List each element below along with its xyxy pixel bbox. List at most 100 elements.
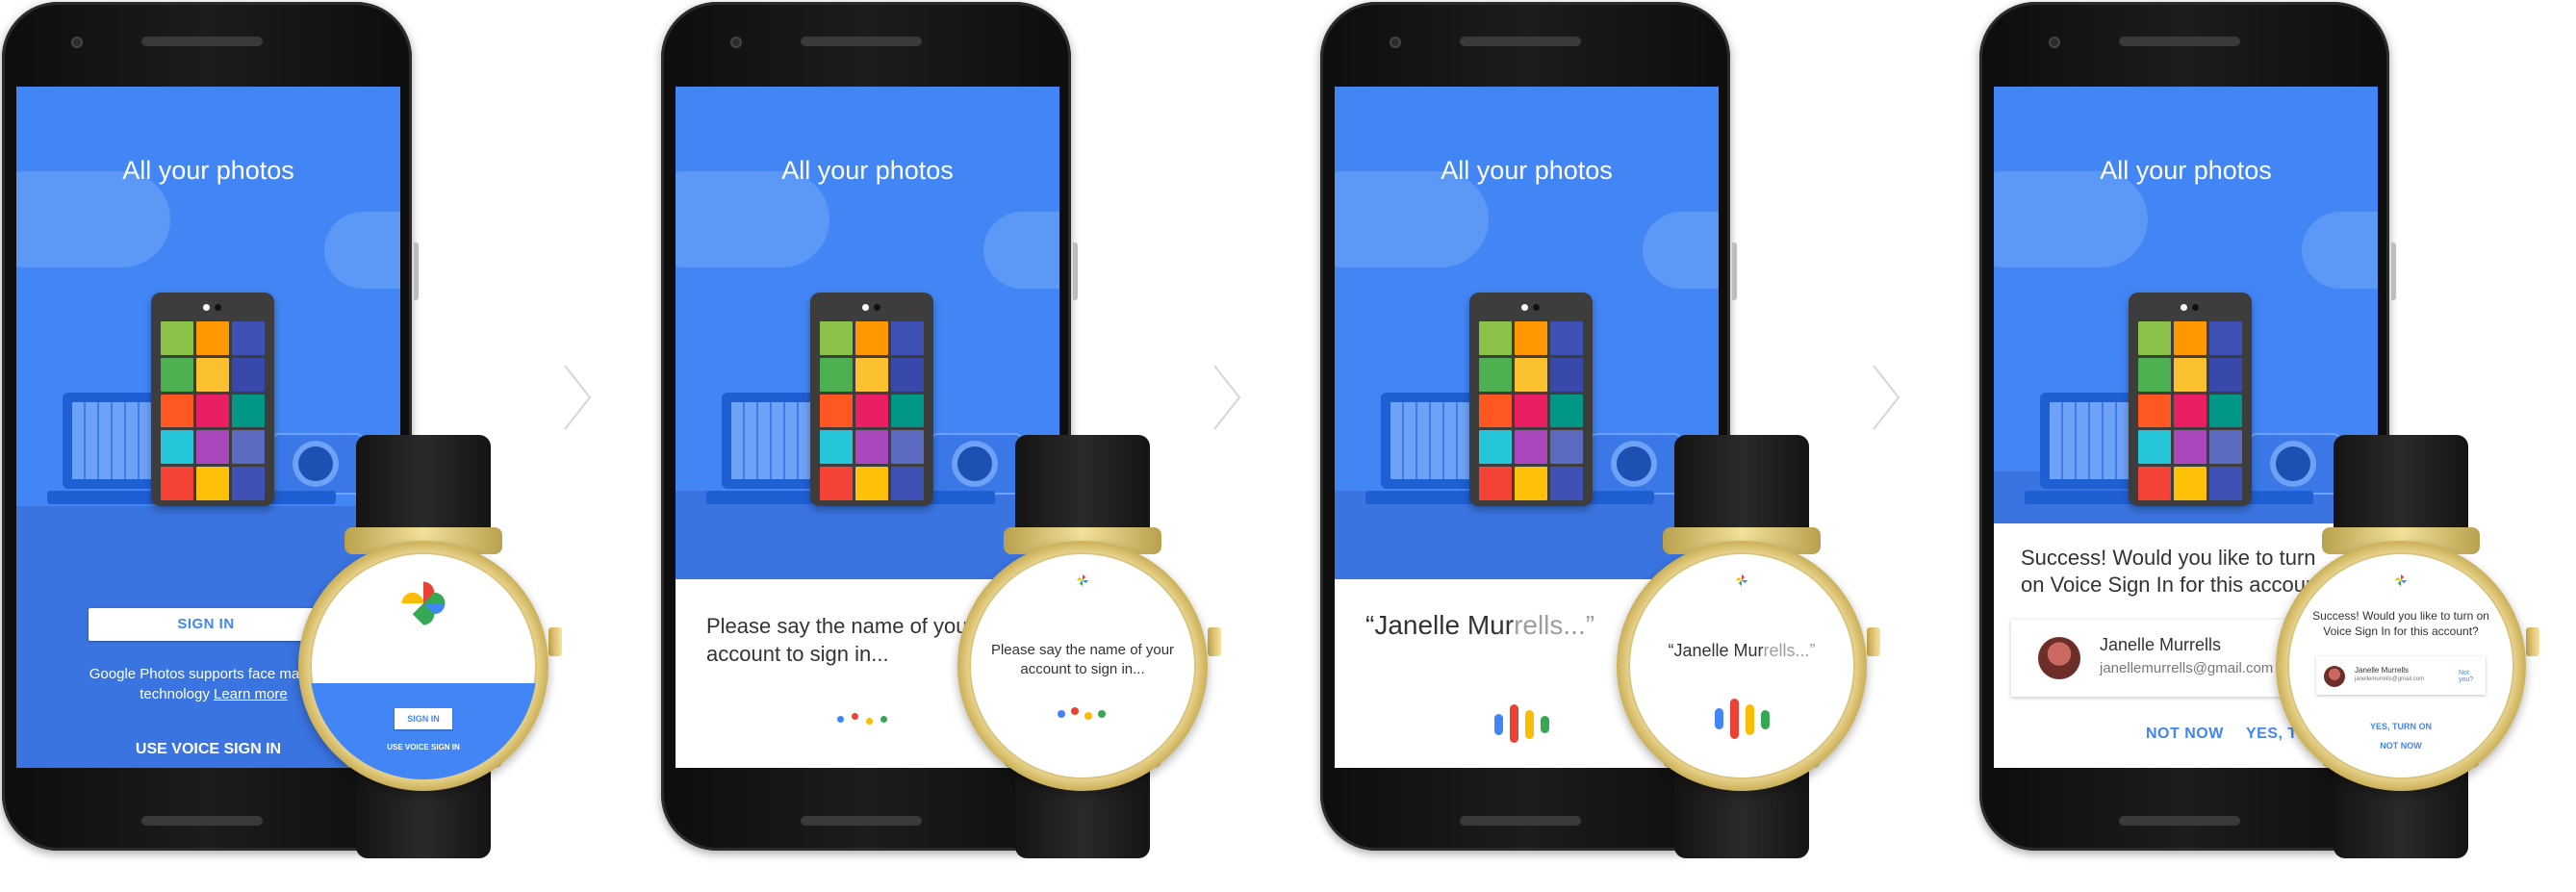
smartwatch: Success! Would you like to turn on Voice…: [2266, 435, 2539, 858]
photo-tile: [891, 321, 924, 355]
screen-title: All your photos: [1441, 156, 1613, 185]
photo-tile: [1515, 394, 1547, 428]
phone-speaker: [141, 37, 263, 46]
screen-title: All your photos: [781, 156, 954, 185]
cloud-illustration: [1335, 171, 1489, 268]
photo-tile: [1479, 357, 1512, 392]
photo-tile: [1550, 430, 1583, 465]
google-photos-pinwheel-icon: [1735, 573, 1748, 587]
photo-tile: [232, 430, 265, 465]
watch-voice-prompt-text: Please say the name of your account to s…: [990, 642, 1175, 677]
photo-tile: [1550, 357, 1583, 392]
phone-speaker: [1460, 37, 1581, 46]
phone-illustration: [151, 293, 274, 506]
watch-spoken-name-recognized: “Janelle Mur: [1668, 641, 1764, 660]
watch-use-voice-sign-in-link[interactable]: USE VOICE SIGN IN: [310, 743, 537, 752]
photo-tile: [1515, 467, 1547, 500]
watch-crown[interactable]: [548, 627, 562, 656]
photo-tile: [161, 430, 193, 465]
phone-illustration: [2129, 293, 2252, 506]
photo-tile: [891, 394, 924, 428]
photo-tile: [161, 357, 193, 392]
photo-tile: [196, 467, 229, 500]
screen-title: All your photos: [2100, 156, 2272, 185]
google-photos-pinwheel-icon: [1076, 573, 1089, 587]
photo-tile: [1515, 357, 1547, 392]
not-now-button[interactable]: NOT NOW: [2146, 726, 2224, 743]
photo-tile: [2209, 467, 2242, 500]
photo-tile: [855, 394, 888, 428]
photo-tile: [2209, 321, 2242, 355]
watch-sign-in-button[interactable]: SIGN IN: [395, 708, 452, 729]
photo-tile: [820, 357, 853, 392]
phone-speaker: [801, 37, 922, 46]
phone-illustration: [1469, 293, 1593, 506]
photo-tile: [855, 430, 888, 465]
photo-tile: [2209, 357, 2242, 392]
photo-tile: [2209, 430, 2242, 465]
watch-crown[interactable]: [2526, 627, 2539, 656]
step-3-speaking: All your photos “Janelle Murrells...” “J…: [1318, 0, 1896, 892]
watch-account-card[interactable]: Janelle Murrells janellemurrells@gmail.c…: [2316, 656, 2486, 695]
smartwatch: “Janelle Murrells...”: [1607, 435, 1880, 858]
photo-tile: [891, 357, 924, 392]
photo-tile: [2138, 394, 2171, 428]
photo-tile: [2174, 467, 2206, 500]
photo-tile: [820, 394, 853, 428]
photo-tile: [1515, 321, 1547, 355]
photo-tile: [1550, 467, 1583, 500]
spoken-name-pending: rells...”: [1514, 610, 1595, 640]
cloud-illustration: [1643, 212, 1719, 289]
cloud-illustration: [983, 212, 1059, 289]
photo-tile: [161, 321, 193, 355]
photo-tile: [196, 357, 229, 392]
listening-dots-icon: [837, 713, 905, 726]
watch-face: “Janelle Murrells...”: [1628, 552, 1855, 779]
photo-tile: [2174, 430, 2206, 465]
watch-spoken-name-pending: rells...”: [1763, 641, 1816, 660]
photo-tile: [1479, 321, 1512, 355]
photo-tile: [820, 467, 853, 500]
photo-tile: [855, 467, 888, 500]
photo-tile: [1479, 394, 1512, 428]
watch-not-now-button[interactable]: NOT NOW: [2287, 741, 2514, 751]
photo-tile: [232, 321, 265, 355]
google-photos-pinwheel-icon: [2394, 573, 2408, 587]
photo-tile: [891, 467, 924, 500]
watch-face: Success! Would you like to turn on Voice…: [2287, 552, 2514, 779]
phone-camera: [2049, 37, 2060, 48]
smartwatch: Please say the name of your account to s…: [948, 435, 1221, 858]
voice-level-bars-icon: [1494, 701, 1562, 743]
cloud-illustration: [1994, 171, 2148, 268]
step-2-say-name: All your photos Please say the name of y…: [659, 0, 1237, 892]
photo-tile: [2138, 430, 2171, 465]
photo-tile: [2138, 357, 2171, 392]
learn-more-link[interactable]: Learn more: [214, 686, 288, 702]
photo-tile: [2174, 357, 2206, 392]
watch-not-you-link[interactable]: Not you?: [2459, 670, 2486, 683]
photo-tile: [2209, 394, 2242, 428]
photo-tile: [232, 467, 265, 500]
phone-camera: [71, 37, 83, 48]
photo-tile: [855, 357, 888, 392]
photo-tile: [891, 430, 924, 465]
photo-tile: [1550, 394, 1583, 428]
watch-yes-turn-on-button[interactable]: YES, TURN ON: [2287, 722, 2514, 731]
cloud-illustration: [2302, 212, 2378, 289]
phone-speaker-bottom: [801, 816, 922, 826]
photo-tile: [855, 321, 888, 355]
photo-tile: [196, 430, 229, 465]
phone-speaker-bottom: [141, 816, 263, 826]
photo-tile: [232, 394, 265, 428]
watch-crown[interactable]: [1867, 627, 1880, 656]
photo-tile: [1479, 467, 1512, 500]
watch-strap: [2334, 435, 2468, 541]
watch-face: SIGN IN USE VOICE SIGN IN: [310, 552, 537, 779]
phone-camera: [1390, 37, 1401, 48]
photo-tile: [161, 394, 193, 428]
cloud-illustration: [676, 171, 829, 268]
watch-face: Please say the name of your account to s…: [969, 552, 1196, 779]
phone-speaker: [2119, 37, 2240, 46]
photo-tile: [1479, 430, 1512, 465]
watch-crown[interactable]: [1208, 627, 1221, 656]
